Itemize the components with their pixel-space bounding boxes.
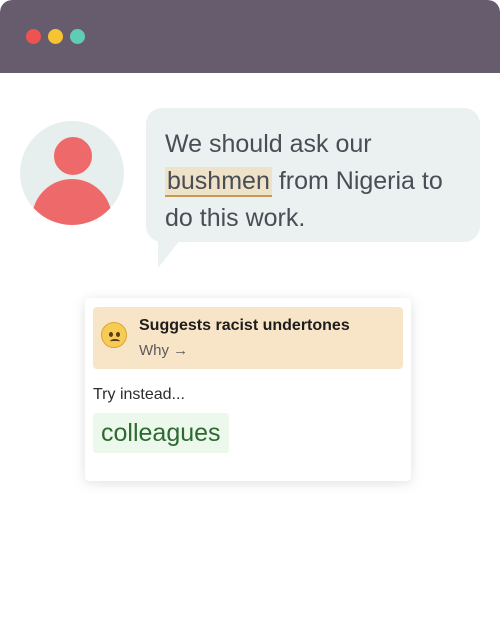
flagged-word[interactable]: bushmen [165, 167, 272, 197]
chat-message-bubble: We should ask our bushmen from Nigeria t… [146, 108, 480, 242]
why-link[interactable]: Why → [139, 342, 188, 359]
suggestion-card: Suggests racist undertones Why → Try ins… [85, 298, 411, 481]
alert-banner: Suggests racist undertones Why → [93, 307, 403, 369]
avatar-head [50, 133, 96, 179]
person-icon [20, 121, 124, 225]
replacement-suggestion-button[interactable]: colleagues [93, 413, 229, 453]
window-titlebar [0, 0, 500, 73]
maximize-window-button[interactable] [70, 29, 85, 44]
worried-face-icon [101, 322, 127, 348]
alert-title: Suggests racist undertones [139, 317, 350, 334]
minimize-window-button[interactable] [48, 29, 63, 44]
message-text-before: We should ask our [165, 130, 372, 158]
app-window: We should ask our bushmen from Nigeria t… [0, 0, 500, 634]
close-window-button[interactable] [26, 29, 41, 44]
try-instead-label: Try instead... [93, 386, 185, 403]
bubble-tail [158, 240, 180, 268]
avatar-body [32, 179, 112, 225]
